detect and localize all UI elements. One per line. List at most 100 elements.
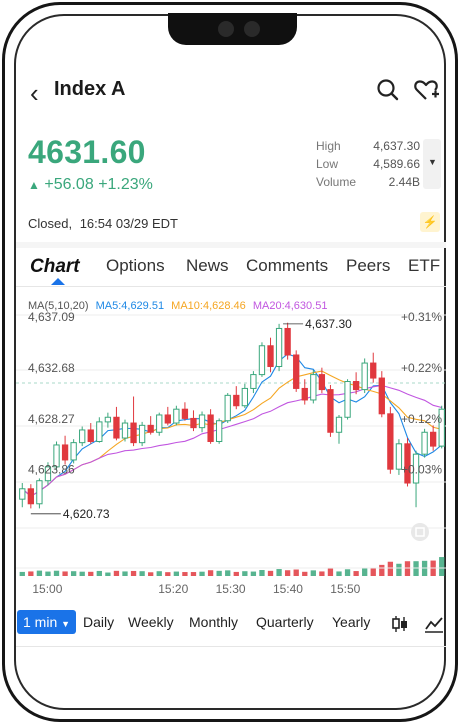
volume-bar	[362, 568, 368, 576]
candle	[147, 416, 154, 435]
y-axis-label: 4,623.86	[28, 463, 75, 477]
candle-body	[87, 429, 94, 442]
candle	[250, 371, 257, 394]
candle-body	[216, 420, 223, 442]
volume-bar	[267, 570, 274, 576]
caret-down-icon: ▼	[61, 619, 71, 629]
candle-body	[147, 424, 154, 433]
volume-bar	[353, 571, 359, 576]
y-axis-label: 4,628.27	[28, 412, 75, 426]
volume-bar	[225, 570, 231, 576]
volume-bar	[276, 569, 282, 576]
candle-body	[318, 374, 326, 391]
volume-bar	[79, 571, 85, 576]
candle	[113, 406, 120, 441]
volume-bar	[302, 571, 308, 576]
volume-bar	[233, 571, 239, 576]
candle	[421, 428, 428, 458]
period-daily[interactable]: Daily	[83, 614, 114, 630]
volume-bar	[182, 572, 188, 576]
volume-bar	[259, 570, 265, 576]
candle	[79, 426, 86, 447]
percent-axis-label: +0.12%	[401, 412, 442, 426]
period-monthly[interactable]: Monthly	[189, 614, 238, 630]
volume-bar	[53, 570, 60, 576]
candle-body	[275, 327, 283, 368]
candle-body	[233, 394, 240, 407]
price-chart[interactable]: 4,637.09 4,632.68 4,628.27 4,623.86 +0.31% +0…	[16, 16, 446, 696]
candle	[327, 384, 334, 437]
candle-body	[284, 327, 291, 356]
candle	[387, 406, 394, 474]
candle	[181, 402, 189, 421]
volume-bar	[199, 571, 205, 576]
candle	[164, 406, 171, 426]
chart-settings-icon[interactable]	[411, 523, 429, 541]
candle	[138, 421, 146, 447]
volume-bar	[387, 561, 394, 576]
x-axis-label: 15:30	[216, 582, 246, 596]
x-axis-label: 15:00	[32, 582, 62, 596]
candle	[335, 414, 343, 444]
candle	[121, 419, 129, 442]
low-annotation: 4,620.73	[63, 507, 110, 521]
volume-bar	[379, 564, 385, 576]
candle	[190, 410, 197, 432]
percent-axis-label: +0.31%	[401, 310, 442, 324]
divider	[16, 646, 446, 647]
volume-bar	[344, 569, 351, 576]
percent-axis-label: +0.03%	[401, 463, 442, 477]
volume-bar	[105, 572, 111, 576]
x-axis-label: 15:50	[330, 582, 360, 596]
period-yearly[interactable]: Yearly	[332, 614, 370, 630]
volume-bar	[148, 572, 154, 576]
candle-body	[361, 362, 368, 391]
volume-bar	[396, 563, 402, 576]
candle-body	[61, 444, 69, 461]
candle	[412, 450, 420, 508]
candle	[284, 322, 291, 360]
app-screen: ‹ Index A 4631.60 ▲ +56.08 +1.23% High 4,…	[16, 16, 446, 696]
candle-body	[421, 431, 428, 455]
candle	[430, 425, 437, 451]
line-chart-icon[interactable]	[424, 614, 444, 634]
candle	[36, 478, 43, 509]
candle-body	[370, 362, 377, 379]
period-1min[interactable]: 1 min ▼	[17, 610, 77, 634]
candle-body	[19, 488, 26, 500]
period-weekly[interactable]: Weekly	[128, 614, 174, 630]
volume-bar	[327, 568, 334, 576]
candle-body	[121, 422, 129, 439]
candle	[96, 417, 103, 443]
candle-body	[267, 345, 274, 368]
candle	[104, 412, 112, 428]
candlestick-icon[interactable]	[390, 614, 410, 634]
candle	[233, 386, 240, 410]
candle-body	[181, 408, 189, 419]
candle	[241, 383, 248, 409]
candle-body	[430, 431, 437, 447]
period-quarterly[interactable]: Quarterly	[256, 614, 314, 630]
candle-body	[387, 413, 394, 470]
candle-body	[190, 417, 197, 429]
candle-body	[258, 345, 266, 376]
volume-bar	[404, 561, 411, 576]
volume-bar	[62, 571, 68, 576]
candle-body	[164, 414, 171, 424]
phone-frame: ‹ Index A 4631.60 ▲ +56.08 +1.23% High 4,…	[0, 0, 462, 722]
candle	[378, 371, 385, 418]
volume-bar	[336, 571, 342, 576]
volume-bar	[113, 570, 120, 576]
candle-body	[173, 408, 180, 424]
volume-bar	[70, 571, 77, 576]
volume-bar	[122, 571, 128, 576]
candle	[61, 435, 69, 465]
candle-body	[207, 414, 214, 442]
volume-bar	[36, 570, 43, 576]
candle	[156, 412, 163, 436]
candle	[207, 409, 214, 444]
candle-body	[224, 394, 231, 422]
candle-body	[96, 421, 103, 442]
candle	[70, 439, 77, 464]
x-axis-label: 15:40	[273, 582, 303, 596]
